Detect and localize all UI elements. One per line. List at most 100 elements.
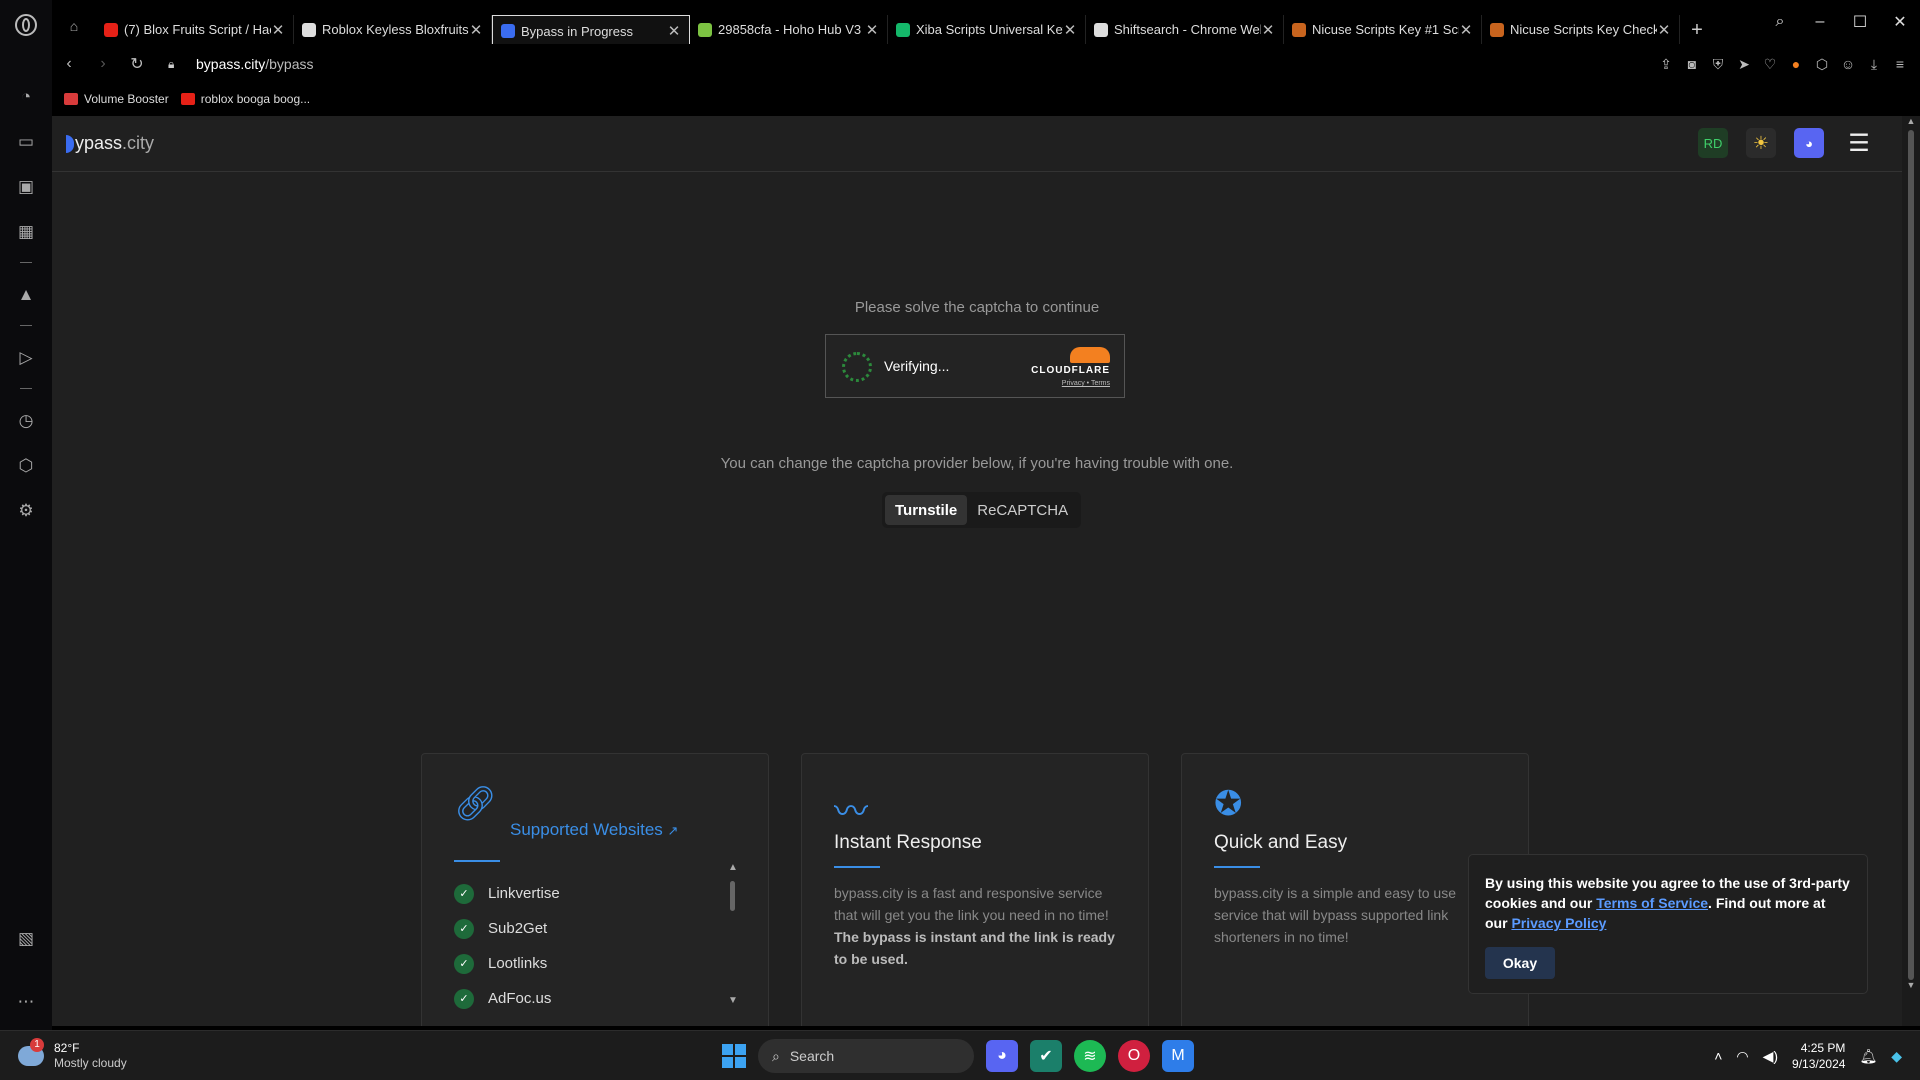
share-icon[interactable]: ⇪	[1658, 56, 1674, 73]
gallery-icon[interactable]: ▧	[10, 916, 42, 961]
download-icon[interactable]: ⤓	[1866, 56, 1882, 73]
calendar-icon[interactable]: ▦	[10, 209, 42, 254]
list-item: ✓ Linkvertise	[454, 876, 736, 911]
scroll-thumb[interactable]	[1908, 130, 1914, 980]
url-field[interactable]: bypass.city/bypass	[196, 56, 314, 72]
extension-icon[interactable]: ●	[1788, 56, 1804, 72]
turnstile-button[interactable]: Turnstile	[885, 495, 968, 525]
supported-websites-link[interactable]: Supported Websites ↗	[510, 820, 678, 840]
scroll-up-icon[interactable]: ▲	[728, 862, 738, 873]
gear-icon[interactable]: ⚙	[10, 488, 42, 533]
close-window-button[interactable]: ✕	[1880, 12, 1920, 32]
site-logo[interactable]: ypass .city	[66, 133, 154, 154]
spinner-icon	[842, 352, 872, 382]
profile-icon[interactable]: ☺	[1840, 56, 1856, 72]
tab-close-icon[interactable]: ✕	[667, 22, 681, 40]
tab[interactable]: 29858cfa - Hoho Hub V3 B ✕	[690, 14, 888, 45]
tab-title: Shiftsearch - Chrome Web	[1114, 22, 1261, 37]
weather-widget[interactable]: 1 82°F Mostly cloudy	[18, 1038, 127, 1071]
camera-icon[interactable]: ◙	[1684, 56, 1700, 72]
hamburger-menu-icon[interactable]: ☰	[1842, 128, 1876, 158]
minimize-button[interactable]: –	[1800, 13, 1840, 31]
opera-logo-icon[interactable]	[15, 14, 37, 36]
tab[interactable]: Shiftsearch - Chrome Web ✕	[1086, 14, 1284, 45]
forward-button[interactable]: ›	[86, 55, 120, 73]
cf-privacy-terms-links[interactable]: Privacy • Terms	[1031, 380, 1110, 387]
tab-title: Bypass in Progress	[521, 23, 633, 39]
scroll-up-icon[interactable]: ▲	[1902, 116, 1920, 130]
lock-icon[interactable]: 🔒︎	[168, 57, 182, 72]
tab-close-icon[interactable]: ✕	[1063, 21, 1077, 39]
new-tab-button[interactable]: +	[1680, 13, 1714, 47]
privacy-policy-link[interactable]: Privacy Policy	[1511, 915, 1606, 931]
temperature: 82°F	[54, 1041, 80, 1055]
theme-toggle-icon[interactable]: ☀	[1746, 128, 1776, 158]
volume-icon[interactable]: ◀)	[1763, 1048, 1778, 1065]
windows-start-icon[interactable]	[722, 1044, 746, 1068]
tab[interactable]: Xiba Scripts Universal Key - ✕	[888, 14, 1086, 45]
shield-icon[interactable]: ⛨	[1710, 56, 1726, 73]
cube-extension-icon[interactable]: ⬡	[1814, 56, 1830, 73]
taskbar-apps: ⌕ Search ◕ ✔ ≋ O M	[722, 1039, 1194, 1073]
tab[interactable]: Bypass in Progress ✕	[492, 14, 690, 47]
site-list-scrollbar[interactable]: ▲ ▼	[728, 862, 738, 1006]
back-button[interactable]: ‹	[52, 55, 86, 73]
clock[interactable]: 4:25 PM 9/13/2024	[1792, 1040, 1845, 1072]
maximize-button[interactable]: ☐	[1840, 12, 1880, 32]
speed-dial-icon[interactable]: ◔	[10, 74, 42, 119]
tab-close-icon[interactable]: ✕	[1657, 21, 1671, 39]
twitch-icon[interactable]: ▣	[10, 164, 42, 209]
tab-close-icon[interactable]: ✕	[1459, 21, 1473, 39]
search-tabs-icon[interactable]: ⌕	[1760, 13, 1800, 31]
card-underline	[454, 860, 500, 862]
tab[interactable]: Roblox Keyless Bloxfruits Sc✕	[294, 14, 492, 45]
cube-icon[interactable]: ⬡	[10, 443, 42, 488]
discord-app-icon[interactable]: ◕	[986, 1040, 1018, 1072]
time: 4:25 PM	[1800, 1041, 1846, 1055]
player-icon[interactable]: ▷	[10, 335, 42, 380]
discord-icon[interactable]: ◕	[1794, 128, 1824, 158]
app-icon[interactable]: ✔	[1030, 1040, 1062, 1072]
terms-of-service-link[interactable]: Terms of Service	[1596, 895, 1708, 911]
logo-suffix: .city	[122, 133, 155, 153]
tab-favicon-icon	[104, 22, 118, 37]
messenger-icon[interactable]: M	[1162, 1040, 1194, 1072]
tab[interactable]: Nicuse Scripts Key #1 Scrip ✕	[1284, 14, 1482, 45]
bookmark-volume-booster[interactable]: Volume Booster	[64, 92, 169, 106]
cookie-okay-button[interactable]: Okay	[1485, 947, 1555, 979]
tab-close-icon[interactable]: ✕	[469, 21, 483, 39]
more-icon[interactable]: ⋯	[10, 979, 42, 1024]
rd-badge-button[interactable]: RD	[1698, 128, 1728, 158]
site-name: Linkvertise	[488, 885, 560, 902]
cloudflare-turnstile-widget[interactable]: Verifying... CLOUDFLARE Privacy • Terms	[825, 334, 1125, 398]
tab[interactable]: Nicuse Scripts Key Checkp ✕	[1482, 14, 1680, 45]
easy-setup-icon[interactable]: ≡	[1892, 56, 1908, 72]
check-circle-icon: ✓	[454, 953, 474, 974]
page-scrollbar[interactable]: ▲ ▼	[1902, 116, 1920, 1026]
opera-gx-icon[interactable]: O	[1118, 1040, 1150, 1072]
send-icon[interactable]: ➤	[1736, 56, 1752, 73]
copilot-icon[interactable]: ◆	[1891, 1048, 1902, 1065]
instant-response-card: 〰 Instant Response bypass.city is a fast…	[801, 753, 1149, 1026]
scroll-thumb[interactable]	[729, 881, 735, 911]
reload-button[interactable]: ↻	[120, 54, 154, 74]
bookmark-roblox-booga[interactable]: roblox booga boog...	[180, 92, 310, 106]
taskbar-search[interactable]: ⌕ Search	[758, 1039, 974, 1073]
bell-icon[interactable]: 🔔︎	[1859, 1048, 1877, 1065]
scroll-down-icon[interactable]: ▼	[1902, 980, 1920, 994]
spotify-icon[interactable]: ≋	[1074, 1040, 1106, 1072]
wifi-icon[interactable]: ◠	[1736, 1048, 1748, 1065]
aria-icon[interactable]: ▲	[10, 272, 42, 317]
heart-icon[interactable]: ♡	[1762, 56, 1778, 73]
tab-close-icon[interactable]: ✕	[1261, 21, 1275, 39]
scroll-down-icon[interactable]: ▼	[728, 995, 738, 1006]
history-icon[interactable]: ◷	[10, 398, 42, 443]
tab-close-icon[interactable]: ✕	[271, 21, 285, 39]
external-link-icon: ↗	[667, 823, 679, 838]
tab-close-icon[interactable]: ✕	[865, 21, 879, 39]
bookmark-label: Volume Booster	[84, 92, 169, 106]
recaptcha-button[interactable]: ReCAPTCHA	[967, 495, 1078, 525]
briefcase-icon[interactable]: ▭	[10, 119, 42, 164]
tab[interactable]: (7) Blox Fruits Script / Hack ✕	[96, 14, 294, 45]
chevron-up-icon[interactable]: ˄	[1714, 1048, 1722, 1064]
